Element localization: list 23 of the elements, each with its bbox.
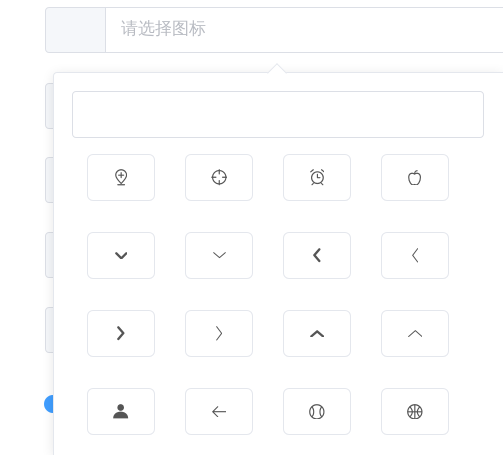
input-addon (45, 7, 106, 53)
chevron-left-icon (313, 248, 321, 263)
chevron-up-icon (408, 330, 422, 338)
user-icon (113, 404, 129, 419)
icon-option-button[interactable] (381, 388, 449, 435)
icon-option-button[interactable] (283, 388, 351, 435)
chevron-right-icon (216, 326, 222, 341)
ball-icon (309, 404, 325, 420)
chevron-up-icon (310, 330, 324, 338)
chevron-right-icon (117, 326, 125, 341)
chevron-down-icon (114, 252, 128, 260)
basketball-icon (407, 404, 423, 420)
arrow-left-icon (212, 406, 226, 418)
icon-option-button[interactable] (87, 388, 155, 435)
chevron-down-icon (212, 252, 226, 259)
alarm-clock-icon (310, 169, 324, 186)
apple-icon (408, 170, 422, 186)
icon-option-button[interactable] (185, 154, 253, 201)
search-field[interactable] (72, 91, 484, 138)
chevron-left-icon (412, 248, 418, 263)
select-field[interactable]: 请选择图标 (106, 7, 503, 53)
pin-icon (114, 169, 128, 186)
crosshair-icon (210, 169, 228, 186)
